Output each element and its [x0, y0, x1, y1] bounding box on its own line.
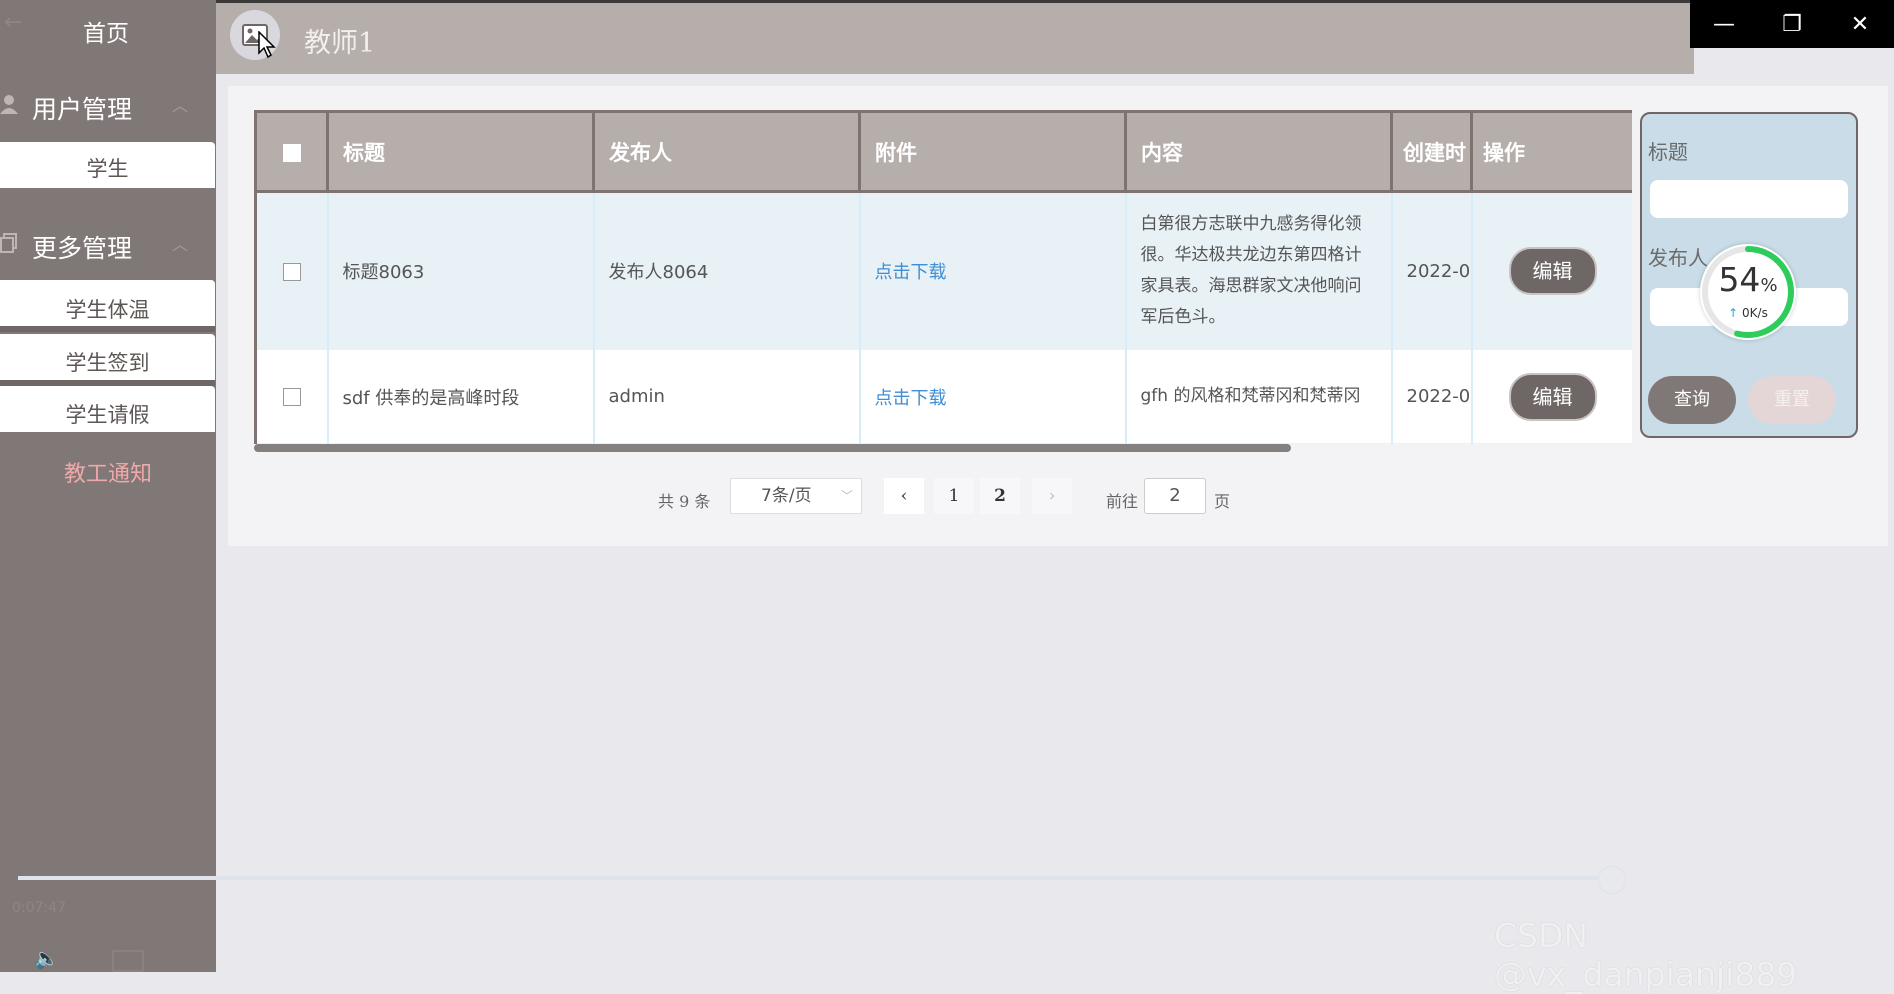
- sidebar-item-home[interactable]: 首页: [0, 14, 216, 48]
- cell-created: 2022-0: [1391, 191, 1473, 350]
- sidebar-item-student-temperature[interactable]: 学生体温: [0, 280, 215, 332]
- goto-page-input[interactable]: 2: [1144, 478, 1206, 514]
- sidebar-group-label: 用户管理: [32, 95, 133, 124]
- chevron-up-icon: ︿: [171, 96, 188, 115]
- publisher-filter-label: 发布人: [1648, 246, 1708, 270]
- row-checkbox[interactable]: [282, 388, 301, 406]
- copy-icon: [0, 233, 20, 255]
- page-button-2[interactable]: 2: [980, 478, 1020, 514]
- cell-action: 编辑: [1471, 349, 1632, 444]
- row-select-cell: [254, 191, 329, 350]
- reset-button[interactable]: 重置: [1748, 376, 1836, 424]
- row-select-cell: [254, 349, 329, 444]
- row-checkbox[interactable]: [282, 262, 301, 281]
- window-controls: — ❐ ✕: [1690, 0, 1894, 48]
- top-header: 教师1: [216, 0, 1694, 74]
- video-time: 0:07:47: [12, 900, 66, 916]
- download-link[interactable]: 点击下载: [859, 349, 1127, 444]
- notice-table: 标题 发布人 附件 内容 创建时 操作 标题8063 发布人8064 点击下载 …: [254, 110, 1632, 444]
- user-name: 教师1: [304, 28, 376, 59]
- video-controls: 0:07:47 🔈: [0, 900, 216, 972]
- video-progress-knob[interactable]: [1598, 866, 1626, 894]
- edit-button[interactable]: 编辑: [1508, 247, 1597, 295]
- query-button[interactable]: 查询: [1648, 376, 1736, 424]
- column-header-title[interactable]: 标题: [327, 110, 595, 193]
- column-header-publisher[interactable]: 发布人: [593, 110, 861, 193]
- user-icon: [0, 94, 20, 116]
- table-row: 标题8063 发布人8064 点击下载 白第很方志联中九感务得化领很。华达极共龙…: [254, 191, 1632, 350]
- mouse-cursor-icon: [258, 31, 276, 59]
- cell-content: gfh 的风格和梵蒂冈和梵蒂冈: [1125, 349, 1393, 444]
- arrow-up-icon: ↑: [1728, 306, 1739, 320]
- prev-page-button[interactable]: ‹: [884, 478, 924, 514]
- scrollbar-thumb[interactable]: [254, 444, 1291, 452]
- sidebar-item-student-checkin[interactable]: 学生签到: [0, 334, 215, 386]
- watermark: CSDN @vx_danpianji889: [1494, 916, 1798, 994]
- chevron-up-icon: ︿: [171, 235, 188, 254]
- sidebar-group-more-management[interactable]: 更多管理 ︿: [0, 225, 216, 265]
- table-row: sdf 供奉的是高峰时段 admin 点击下载 gfh 的风格和梵蒂冈和梵蒂冈 …: [254, 349, 1632, 444]
- column-header-attachment[interactable]: 附件: [859, 110, 1127, 193]
- chevron-down-icon: ﹀: [840, 489, 853, 503]
- title-filter-input[interactable]: [1650, 180, 1848, 218]
- cell-publisher: admin: [593, 349, 861, 444]
- sidebar-item-student[interactable]: 学生: [0, 142, 215, 188]
- network-speed-widget[interactable]: 54% ↑ 0K/s: [1700, 244, 1796, 340]
- sidebar-group-label: 更多管理: [32, 234, 133, 263]
- speed-percent: 54%: [1718, 260, 1778, 299]
- close-icon[interactable]: ✕: [1835, 12, 1885, 37]
- select-all-checkbox[interactable]: [282, 143, 301, 162]
- volume-icon[interactable]: 🔈: [34, 946, 59, 970]
- cell-created: 2022-0: [1391, 349, 1473, 444]
- column-header-content[interactable]: 内容: [1125, 110, 1393, 193]
- edit-button[interactable]: 编辑: [1508, 372, 1597, 421]
- cell-title: 标题8063: [327, 191, 595, 350]
- minimize-icon[interactable]: —: [1699, 12, 1749, 37]
- video-progress-bar[interactable]: [18, 876, 1618, 880]
- cell-publisher: 发布人8064: [593, 191, 861, 350]
- select-all-cell: [254, 110, 329, 193]
- table-header-row: 标题 发布人 附件 内容 创建时 操作: [254, 110, 1632, 193]
- column-header-action: 操作: [1471, 110, 1632, 193]
- cell-action: 编辑: [1471, 191, 1632, 350]
- next-page-button[interactable]: ›: [1032, 478, 1072, 514]
- page-button-1[interactable]: 1: [934, 478, 974, 514]
- page-size-select[interactable]: 7条/页 ﹀: [730, 478, 862, 514]
- page-unit-label: 页: [1214, 492, 1231, 511]
- subtitles-icon[interactable]: [112, 950, 144, 972]
- restore-icon[interactable]: ❐: [1767, 12, 1817, 37]
- cell-content: 白第很方志联中九感务得化领很。华达极共龙边东第四格计家具表。海思群家文决他响问军…: [1125, 191, 1393, 350]
- pagination: 共 9 条 7条/页 ﹀ ‹ 1 2 › 前往 2 页: [0, 478, 1894, 516]
- sidebar-group-user-management[interactable]: 用户管理 ︿: [0, 86, 216, 126]
- download-link[interactable]: 点击下载: [859, 191, 1127, 350]
- title-filter-label: 标题: [1648, 140, 1688, 164]
- speed-rate: ↑ 0K/s: [1728, 306, 1768, 320]
- sidebar-item-student-leave[interactable]: 学生请假: [0, 386, 215, 432]
- total-count: 共 9 条: [658, 492, 711, 511]
- column-header-created[interactable]: 创建时: [1391, 110, 1473, 193]
- page-size-value: 7条/页: [761, 486, 812, 506]
- cell-title: sdf 供奉的是高峰时段: [327, 349, 595, 444]
- table-horizontal-scrollbar[interactable]: [254, 444, 1632, 454]
- goto-label: 前往: [1106, 492, 1139, 511]
